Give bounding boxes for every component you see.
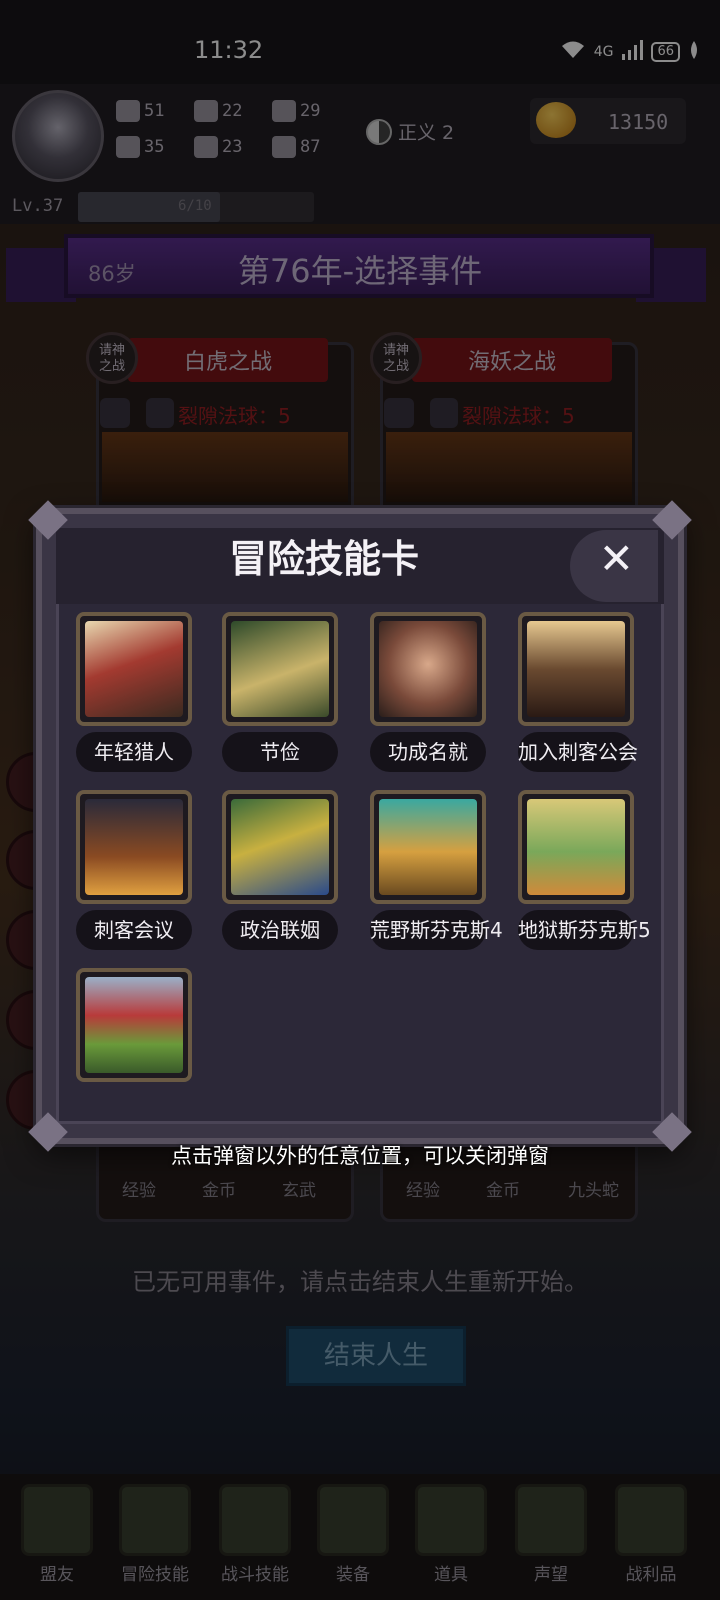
card-art-sphinx	[379, 799, 477, 895]
skill-card[interactable]: 政治联姻	[222, 790, 338, 950]
card-art-tower	[85, 799, 183, 895]
card-label: 节俭	[222, 732, 338, 772]
card-label: 地狱斯芬克斯5	[518, 910, 651, 950]
card-frame	[222, 612, 338, 726]
card-frame	[222, 790, 338, 904]
card-label: 荒野斯芬克斯4	[370, 910, 503, 950]
skill-card[interactable]: 荒野斯芬克斯4	[370, 790, 503, 950]
skill-card[interactable]: 地狱斯芬克斯5	[518, 790, 651, 950]
card-art-assassin	[527, 621, 625, 717]
card-frame	[370, 612, 486, 726]
card-frame	[76, 612, 192, 726]
card-label: 政治联姻	[222, 910, 338, 950]
close-hint: 点击弹窗以外的任意位置，可以关闭弹窗	[171, 1144, 549, 1168]
skill-card[interactable]: 节俭	[222, 612, 338, 772]
card-frame	[76, 968, 192, 1082]
card-art-forest-path	[231, 621, 329, 717]
card-art-portrait	[379, 621, 477, 717]
card-label: 年轻猎人	[76, 732, 192, 772]
skill-card[interactable]: 加入刺客公会	[518, 612, 638, 772]
card-art-tree-landscape	[85, 977, 183, 1073]
card-art-pyramid	[527, 799, 625, 895]
card-label: 功成名就	[370, 732, 486, 772]
skill-card[interactable]: 刺客会议	[76, 790, 192, 950]
card-art-hunter	[85, 621, 183, 717]
card-art-couple	[231, 799, 329, 895]
card-label: 刺客会议	[76, 910, 192, 950]
skill-card[interactable]: 年轻猎人	[76, 612, 192, 772]
modal-title: 冒险技能卡	[228, 537, 419, 581]
card-frame	[370, 790, 486, 904]
card-frame	[518, 612, 634, 726]
skill-card[interactable]: 功成名就	[370, 612, 486, 772]
card-frame	[76, 790, 192, 904]
card-label: 加入刺客公会	[518, 732, 638, 772]
skill-card[interactable]	[76, 968, 192, 1082]
card-frame	[518, 790, 634, 904]
